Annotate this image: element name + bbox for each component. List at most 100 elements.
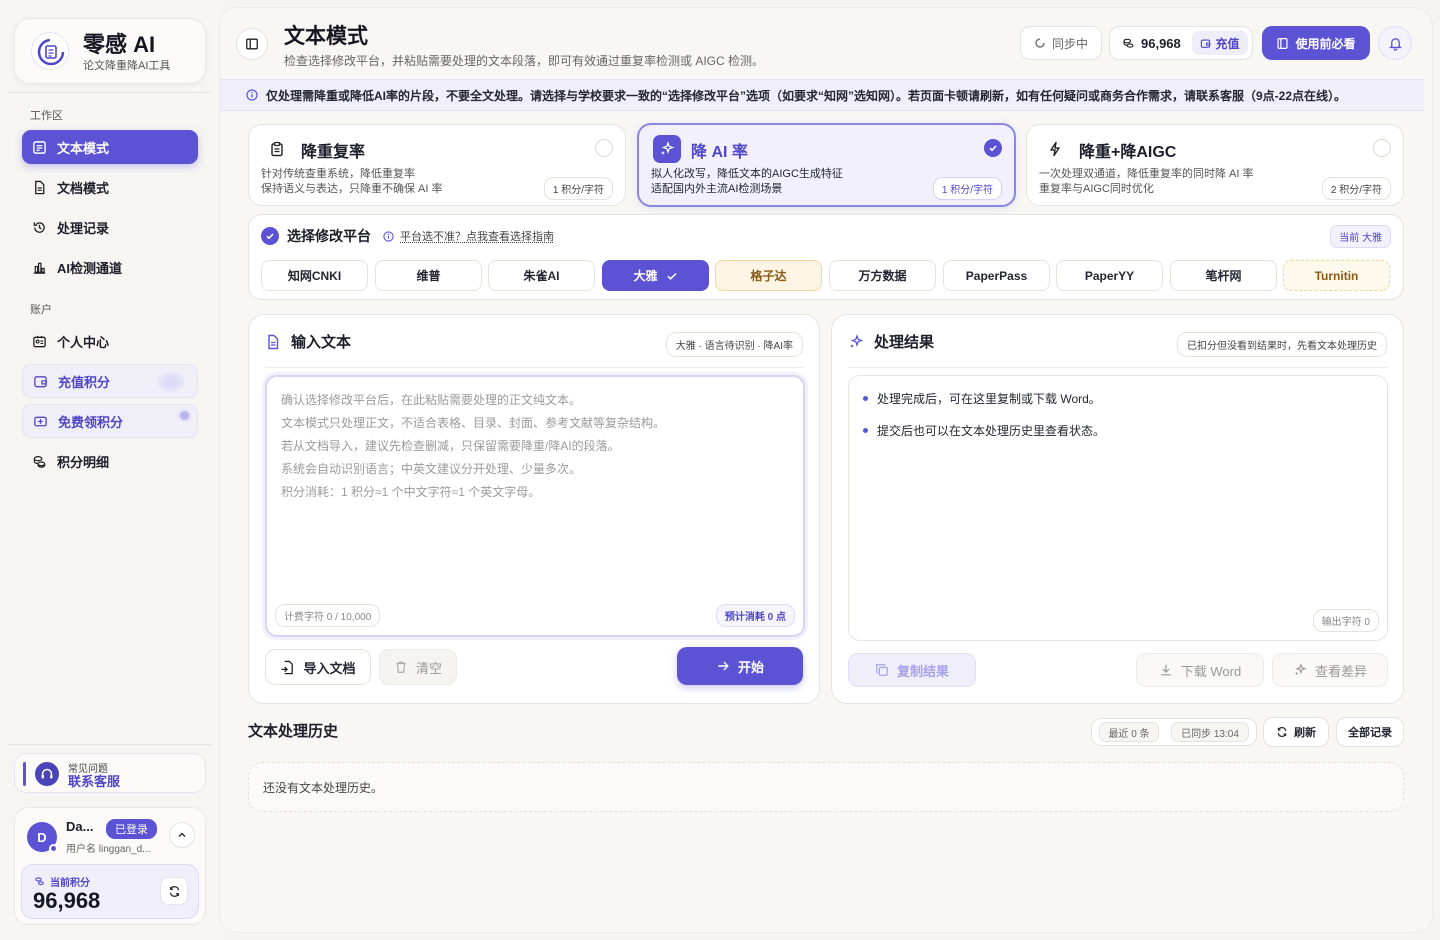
text-input[interactable]: 确认选择修改平台后，在此粘贴需要处理的正文纯文本。 文本模式只处理正文，不适合表… (265, 375, 805, 637)
mode-card-dedup[interactable]: 降重复率 针对传统查重系统，降低重复率 保持语义与表达，只降重不确保 AI 率 … (248, 124, 626, 206)
mode-card-dedup-aigc[interactable]: 降重+降AIGC 一次处理双通道，降低重复率的同时降 AI 率 重复率与AIGC… (1026, 124, 1404, 206)
cost-estimate: 预计消耗 0 点 (715, 604, 795, 627)
sidebar-item-history[interactable]: 处理记录 (22, 210, 198, 244)
ticket-icon (34, 416, 47, 426)
input-panel: 输入文本 大雅 · 语言待识别 · 降AI率 确认选择修改平台后，在此粘贴需要处… (248, 314, 820, 704)
mode-radio[interactable] (595, 139, 613, 157)
result-panel-header: 处理结果 (848, 331, 934, 352)
platform-chip-cnki[interactable]: 知网CNKI (261, 260, 368, 291)
sidebar-item-text-mode[interactable]: 文本模式 (22, 130, 198, 164)
sidebar-item-label: AI检测通道 (57, 260, 123, 276)
sidebar-item-profile[interactable]: 个人中心 (22, 324, 198, 358)
info-icon (246, 89, 258, 101)
sparkle-icon (850, 333, 864, 348)
mode-card-reduce-ai[interactable]: 降 AI 率 拟人化改写，降低文本的AIGC生成特征 适配国内外主流AI检测场景… (637, 123, 1016, 207)
history-sync-time: 已同步 13:04 (1171, 722, 1249, 742)
view-diff-button[interactable]: 查看差异 (1272, 653, 1388, 687)
sidebar-item-ai-detect[interactable]: AI检测通道 (22, 250, 198, 284)
sidebar-item-points-detail[interactable]: 积分明细 (22, 444, 198, 478)
recharge-label: 充值 (1215, 36, 1240, 51)
clear-button[interactable]: 清空 (379, 649, 457, 685)
headset-icon (35, 762, 59, 786)
user-menu-toggle[interactable] (169, 822, 195, 848)
sidebar-item-label: 充值积分 (58, 374, 111, 390)
wallet-icon (1201, 39, 1211, 48)
result-tip: 处理完成后，可在这里复制或下载 Word。 (863, 390, 1101, 407)
platform-chip-weipu[interactable]: 维普 (375, 260, 482, 291)
coins-icon (35, 877, 44, 886)
sidebar-item-recharge[interactable]: 充值积分 (22, 364, 198, 398)
start-label: 开始 (737, 659, 764, 675)
platform-chip-paperyy[interactable]: PaperYY (1056, 260, 1163, 291)
brand-card[interactable]: 零感 AI 论文降重降AI工具 (14, 18, 206, 84)
mode-radio-checked[interactable] (984, 139, 1002, 157)
platform-chip-paperpass[interactable]: PaperPass (943, 260, 1050, 291)
history-empty-state: 还没有文本处理历史。 (248, 762, 1404, 812)
diff-label: 查看差异 (1314, 663, 1367, 679)
refresh-points-button[interactable] (160, 877, 188, 905)
sidebar-item-label: 个人中心 (57, 334, 110, 350)
platform-chip-zhuque[interactable]: 朱雀AI (488, 260, 595, 291)
divider (848, 367, 1387, 368)
mode-desc: 拟人化改写，降低文本的AIGC生成特征 (651, 168, 843, 180)
divider (8, 744, 212, 745)
result-panel-title: 处理结果 (874, 334, 935, 351)
chip-label: 万方数据 (858, 269, 907, 283)
text-mode-icon (33, 140, 46, 154)
history-refresh-button[interactable]: 刷新 (1263, 717, 1329, 747)
platform-guide-link[interactable]: 平台选不准？点我查看选择指南 (383, 228, 554, 244)
import-document-button[interactable]: 导入文档 (265, 649, 371, 685)
chip-label: 维普 (416, 269, 441, 283)
chip-label: 朱雀AI (523, 269, 560, 283)
check-icon (666, 272, 677, 280)
mode-cost-badge: 1 积分/字符 (932, 177, 1002, 200)
result-output[interactable]: 处理完成后，可在这里复制或下载 Word。 提交后也可以在文本处理历史里查看状态… (848, 375, 1388, 641)
notice-text: 仅处理需降重或降低AI率的片段，不要全文处理。请选择与学校要求一致的“选择修改平… (266, 88, 1347, 103)
platform-chip-bigan[interactable]: 笔杆网 (1170, 260, 1277, 291)
sync-status-button[interactable]: 同步中 (1020, 26, 1102, 60)
avatar[interactable]: D (27, 822, 58, 853)
book-icon (1277, 37, 1289, 49)
new-dot (180, 411, 189, 420)
current-platform-badge: 当前 大雅 (1330, 225, 1391, 248)
download-icon (1160, 664, 1171, 676)
chevron-up-icon (178, 832, 186, 838)
history-count: 最近 0 条 (1099, 722, 1159, 742)
placeholder-line: 积分消耗：1 积分≈1 个中文字符≈1 个英文字母。 (281, 485, 541, 499)
balance-box: 96,968 充值 (1109, 26, 1253, 60)
bell-icon (1388, 37, 1402, 51)
platform-chip-turnitin[interactable]: Turnitin (1283, 260, 1390, 291)
download-word-button[interactable]: 下载 Word (1136, 653, 1264, 687)
guide-button[interactable]: 使用前必看 (1262, 26, 1370, 60)
platform-chip-daya[interactable]: 大雅 (602, 260, 709, 291)
page-subtitle: 检查选择修改平台，并粘贴需要处理的文本段落，即可有效通过重复率检测或 AIGC … (284, 54, 765, 68)
sidebar-item-free-points[interactable]: 免费领积分 (22, 404, 198, 438)
platform-chip-gezida[interactable]: 格子达 (715, 260, 822, 291)
check-circle-icon (261, 227, 279, 245)
recharge-button[interactable]: 充值 (1192, 31, 1248, 55)
notifications-button[interactable] (1378, 26, 1412, 60)
mode-radio[interactable] (1373, 139, 1391, 157)
check-icon (989, 145, 997, 152)
sidebar-item-document-mode[interactable]: 文档模式 (22, 170, 198, 204)
wallet-icon (34, 375, 47, 387)
start-button[interactable]: 开始 (677, 647, 803, 685)
copy-icon (876, 664, 888, 676)
platform-chip-wanfang[interactable]: 万方数据 (829, 260, 936, 291)
copy-result-button[interactable]: 复制结果 (848, 653, 976, 687)
document-icon (268, 334, 279, 349)
sidebar-item-label: 免费领积分 (58, 414, 124, 430)
sidebar-toggle-button[interactable] (236, 28, 268, 60)
contact-support-card[interactable]: 常见问题 联系客服 (14, 753, 206, 793)
refresh-icon (1277, 726, 1287, 738)
divider (8, 92, 212, 93)
divider (265, 367, 803, 368)
mode-desc: 针对传统查重系统，降低重复率 (261, 168, 415, 180)
balance-value: 96,968 (1141, 35, 1181, 51)
input-placeholder: 确认选择修改平台后，在此粘贴需要处理的正文纯文本。 文本模式只处理正文，不适合表… (281, 389, 665, 504)
all-records-button[interactable]: 全部记录 (1336, 717, 1404, 747)
section-label-account: 账户 (30, 304, 52, 316)
mode-desc: 保持语义与表达，只降重不确保 AI 率 (261, 183, 443, 195)
import-label: 导入文档 (303, 660, 356, 676)
brand-name: 零感 AI (83, 32, 156, 57)
